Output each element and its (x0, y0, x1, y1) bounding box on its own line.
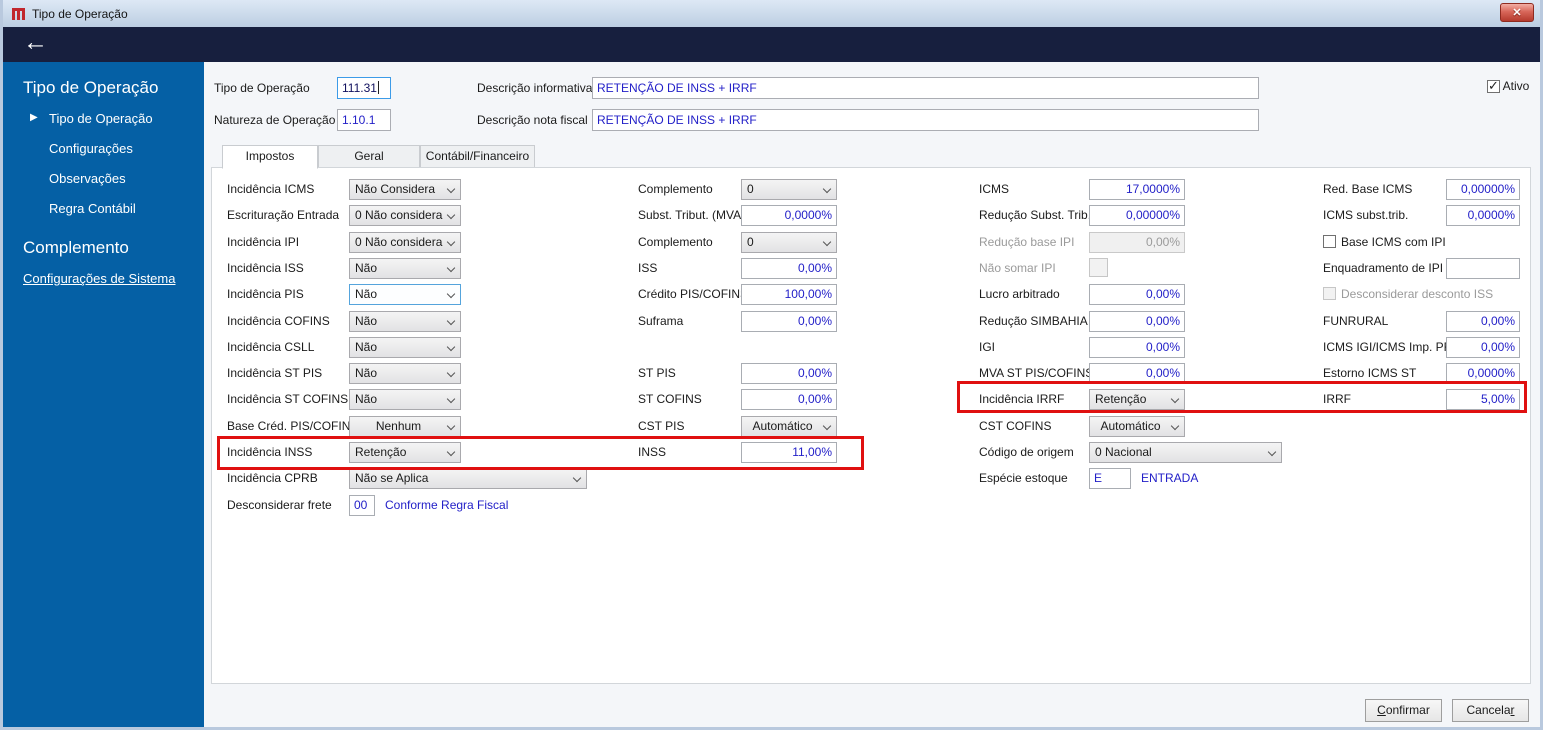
sidebar-link-configuracoes-de-sistema[interactable]: Configurações de Sistema (23, 271, 175, 286)
dropdown-value: 0 Nacional (1095, 445, 1152, 459)
natureza-de-operacao-label: Natureza de Operação (214, 113, 336, 127)
confirmar-button[interactable]: Confirmar (1365, 699, 1442, 722)
dialog-window: Tipo de Operação ✕ ← Tipo de Operação ▶ … (0, 0, 1543, 730)
cancelar-button[interactable]: Cancelar (1452, 699, 1529, 722)
checkbox[interactable] (1323, 235, 1336, 248)
dropdown[interactable]: Automático (1089, 416, 1185, 437)
field-label: CST COFINS (979, 419, 1052, 433)
sidebar: Tipo de Operação ▶ Tipo de Operação Conf… (3, 62, 204, 727)
field-label: Enquadramento de IPI (1323, 261, 1444, 275)
sidebar-item-observacoes[interactable]: Observações (49, 171, 126, 186)
form-row: CST COFINS Automático (212, 416, 1530, 440)
text-caret (377, 81, 379, 94)
title-bar: Tipo de Operação ✕ (3, 0, 1540, 27)
value-input[interactable]: 0,0000% (1446, 363, 1520, 384)
descricao-informativa-label: Descrição informativa (477, 81, 593, 95)
form-row: ICMS subst.trib. 0,0000% (212, 205, 1530, 229)
natureza-de-operacao-input[interactable]: 1.10.1 (337, 109, 391, 131)
field-label: Espécie estoque (979, 471, 1068, 485)
sidebar-heading: Tipo de Operação (23, 78, 159, 97)
form-row: Código de origem 0 Nacional (212, 442, 1530, 466)
descricao-nota-fiscal-input[interactable]: RETENÇÃO DE INSS + IRRF (592, 109, 1259, 131)
form-row: Red. Base ICMS 0,00000% (212, 179, 1530, 203)
field-extra-text: Conforme Regra Fiscal (385, 498, 509, 512)
descricao-informativa-input[interactable]: RETENÇÃO DE INSS + IRRF (592, 77, 1259, 99)
checkbox-label: Base ICMS com IPI (1341, 235, 1446, 249)
chevron-down-icon (1170, 421, 1180, 431)
ativo-label: Ativo (1502, 79, 1530, 93)
form-row: Enquadramento de IPI (212, 258, 1530, 282)
active-item-arrow-icon: ▶ (30, 112, 38, 123)
close-button[interactable]: ✕ (1500, 3, 1534, 22)
back-arrow-icon[interactable]: ← (23, 28, 48, 57)
main-content: Tipo de Operação 111.31 Descrição inform… (204, 62, 1540, 727)
checkbox (1323, 287, 1336, 300)
field-label: IRRF (1323, 392, 1351, 406)
chevron-down-icon (1267, 447, 1277, 457)
sidebar-item-regra-contabil[interactable]: Regra Contábil (49, 201, 136, 216)
dropdown-value: Automático (1100, 419, 1161, 433)
form-row: Desconsiderar frete 00 Conforme Regra Fisc… (212, 495, 1530, 519)
ativo-checkbox-box[interactable] (1487, 78, 1500, 94)
form-row: IRRF 5,00% (212, 389, 1530, 413)
impostos-tab-panel: Incidência ICMS Não Considera Escrituração… (211, 167, 1531, 684)
app-logo-icon (11, 6, 26, 21)
tipo-de-operacao-input[interactable]: 111.31 (337, 77, 391, 99)
value-input[interactable]: 5,00% (1446, 389, 1520, 410)
value-input[interactable]: 0,00% (1446, 311, 1520, 332)
field-label: Código de origem (979, 445, 1074, 459)
ativo-checkbox[interactable]: Ativo (1487, 78, 1530, 94)
checkbox-label: Desconsiderar desconto ISS (1341, 287, 1494, 301)
tab-geral[interactable]: Geral (318, 145, 420, 168)
value-input[interactable]: 0,0000% (1446, 205, 1520, 226)
value-input[interactable]: E (1089, 468, 1131, 489)
value-input[interactable]: 0,00% (1446, 337, 1520, 358)
field-label: Red. Base ICMS (1323, 182, 1413, 196)
value-input[interactable]: 0,00000% (1446, 179, 1520, 200)
field-label: Estorno ICMS ST (1323, 366, 1417, 380)
tab-contabil-financeiro[interactable]: Contábil/Financeiro (420, 145, 535, 168)
sidebar-item-tipo-de-operacao[interactable]: ▶ Tipo de Operação (30, 111, 153, 126)
form-row: Espécie estoque E ENTRADA (212, 468, 1530, 492)
nav-bar: ← (3, 27, 1540, 62)
form-row: Desconsiderar desconto ISS (212, 284, 1530, 308)
sidebar-item-configuracoes[interactable]: Configurações (49, 141, 133, 156)
sidebar-heading-complemento: Complemento (23, 238, 129, 257)
tab-impostos[interactable]: Impostos (222, 145, 318, 169)
form-row: Base ICMS com IPI (212, 232, 1530, 256)
field-extra-text: ENTRADA (1141, 471, 1199, 485)
field-label: ICMS subst.trib. (1323, 208, 1409, 222)
form-row: ICMS IGI/ICMS Imp. PR 0,00% (212, 337, 1530, 361)
descricao-nota-fiscal-label: Descrição nota fiscal (477, 113, 588, 127)
form-row: FUNRURAL 0,00% (212, 311, 1530, 335)
field-label: FUNRURAL (1323, 314, 1389, 328)
form-row: Estorno ICMS ST 0,0000% (212, 363, 1530, 387)
value-input[interactable]: 00 (349, 495, 375, 516)
field-label: Desconsiderar frete (227, 498, 332, 512)
value-input[interactable] (1446, 258, 1520, 279)
window-title: Tipo de Operação (32, 6, 128, 21)
dropdown[interactable]: 0 Nacional (1089, 442, 1282, 463)
field-label: ICMS IGI/ICMS Imp. PR (1323, 340, 1453, 354)
tipo-de-operacao-label: Tipo de Operação (214, 81, 310, 95)
